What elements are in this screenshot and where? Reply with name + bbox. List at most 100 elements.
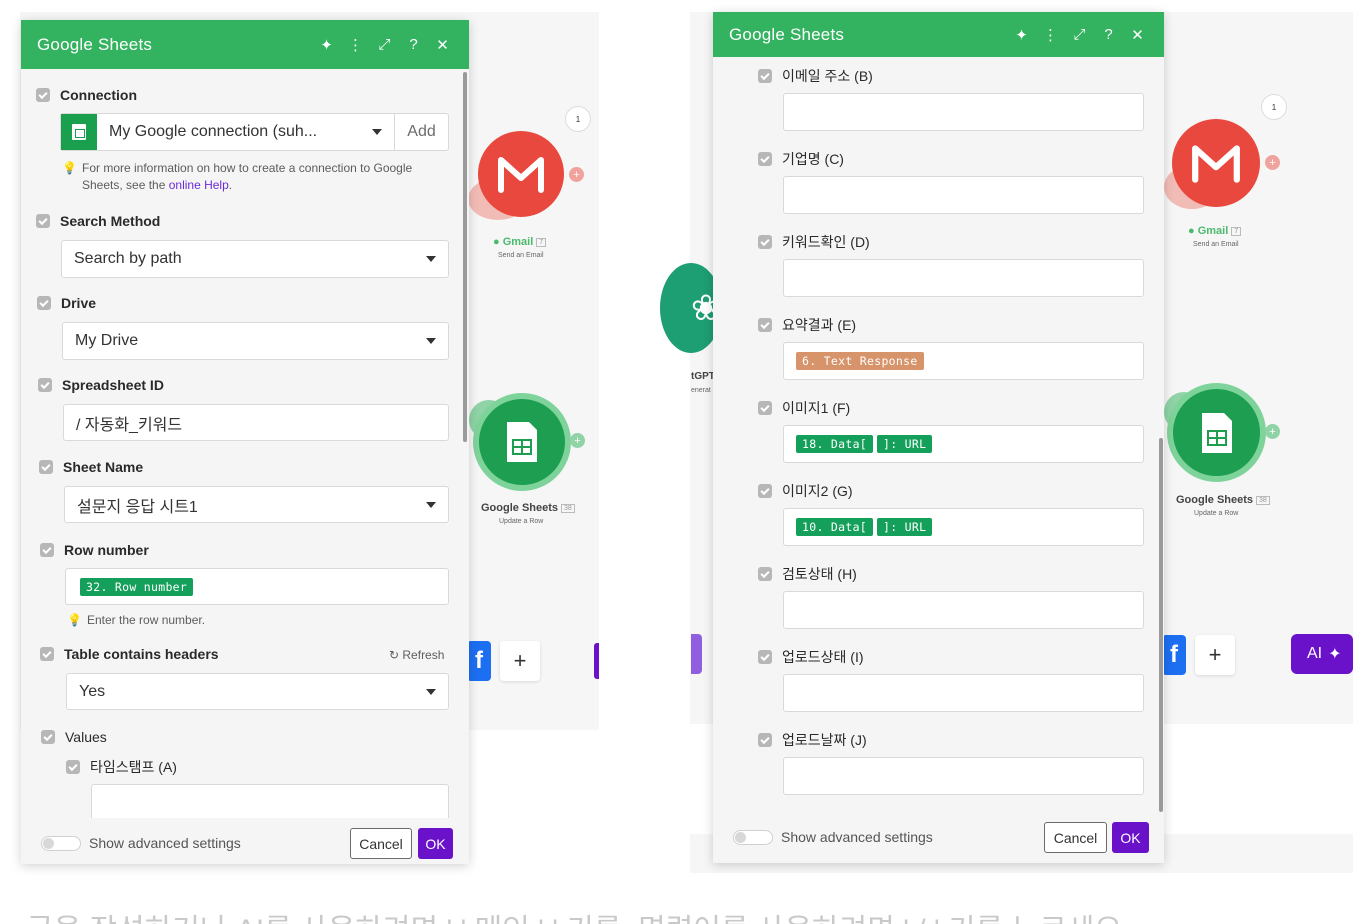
gmail-module[interactable] (1172, 119, 1260, 207)
gmail-add-module-icon[interactable]: + (1265, 155, 1280, 170)
panel-scrollbar[interactable] (1159, 438, 1163, 812)
collapse-checkbox-icon[interactable] (758, 235, 772, 249)
collapse-checkbox-icon[interactable] (66, 760, 80, 774)
expand-icon[interactable]: ⤢ (1065, 26, 1094, 43)
gmail-name-text: Gmail (1197, 225, 1229, 237)
collapse-checkbox-icon[interactable] (40, 543, 54, 557)
collapse-checkbox-icon[interactable] (39, 460, 53, 474)
email-b-label-text: 이메일 주소 (B) (782, 68, 873, 84)
gmail-id-badge: 7 (1231, 226, 1242, 236)
google-sheets-module[interactable] (1167, 383, 1266, 482)
spreadsheet-id-picker[interactable]: / 자동화_키워드 (63, 404, 449, 441)
panel-scrollbar[interactable] (463, 72, 467, 442)
collapse-checkbox-icon[interactable] (36, 88, 50, 102)
collapse-checkbox-icon[interactable] (758, 484, 772, 498)
summary-e-input[interactable]: 6. Text Response (783, 342, 1144, 380)
sheet-name-select[interactable]: 설문지 응답 시트1 (64, 486, 449, 523)
upload-date-j-input[interactable] (783, 757, 1144, 795)
email-b-input[interactable] (783, 93, 1144, 131)
ai-sparkle-icon[interactable]: ✦ (1007, 26, 1036, 44)
gmail-operations-bubble: 1 (565, 106, 591, 132)
image2-g-input[interactable]: 10. Data[]: URL (783, 508, 1144, 546)
keyword-d-input[interactable] (783, 259, 1144, 297)
collapse-checkbox-icon[interactable] (36, 214, 50, 228)
values-label-text: Values (65, 729, 107, 745)
sheet-name-label: Sheet Name (39, 459, 143, 475)
review-status-h-input[interactable] (783, 591, 1144, 629)
ai-button-edge[interactable] (594, 643, 599, 679)
collapse-checkbox-icon[interactable] (758, 152, 772, 166)
ok-button[interactable]: OK (1112, 822, 1149, 853)
drive-select[interactable]: My Drive (62, 322, 449, 360)
collapse-checkbox-icon[interactable] (37, 296, 51, 310)
collapse-checkbox-icon[interactable] (758, 401, 772, 415)
text-response-pill[interactable]: 6. Text Response (796, 352, 924, 370)
expand-icon[interactable]: ⤢ (370, 36, 399, 53)
add-connection-button[interactable]: Add (394, 114, 448, 150)
sheets-name-text: Google Sheets (481, 502, 559, 514)
row-number-hint: 💡 Enter the row number. (67, 612, 205, 629)
google-sheets-module-panel-left: Google Sheets ✦ ⋮ ⤢ ? ✕ Connection My Go… (21, 20, 469, 864)
row-number-label: Row number (40, 542, 149, 558)
chatgpt-module-sub: enerat (691, 387, 711, 394)
facebook-button[interactable]: f (1162, 635, 1186, 675)
table-headers-label-text: Table contains headers (64, 646, 219, 662)
collapse-checkbox-icon[interactable] (40, 647, 54, 661)
ok-button[interactable]: OK (418, 828, 453, 859)
sheets-module-name: Google Sheets 38 (481, 502, 575, 514)
panel-footer: Show advanced settings Cancel OK (21, 818, 469, 864)
data-array-pill[interactable]: 10. Data[ (796, 518, 874, 536)
close-icon[interactable]: ✕ (428, 36, 457, 54)
online-help-link[interactable]: online Help (169, 178, 229, 192)
facebook-button[interactable]: f (467, 641, 491, 681)
collapse-checkbox-icon[interactable] (41, 730, 55, 744)
add-module-button[interactable]: + (500, 641, 540, 681)
collapse-checkbox-icon[interactable] (758, 318, 772, 332)
advanced-settings-toggle[interactable] (733, 830, 773, 845)
panel-header-actions: ✦ ⋮ ⤢ ? ✕ (1007, 12, 1152, 57)
sheets-add-module-icon[interactable]: + (570, 433, 585, 448)
row-number-input[interactable]: 32. Row number (65, 568, 449, 605)
row-number-mapping-pill[interactable]: 32. Row number (80, 577, 194, 596)
company-c-input[interactable] (783, 176, 1144, 214)
connection-label-text: Connection (60, 87, 137, 103)
url-pill[interactable]: ]: URL (877, 518, 933, 536)
ai-assistant-button[interactable]: AI ✦ (1291, 634, 1353, 674)
image2-g-label-text: 이미지2 (G) (782, 483, 853, 499)
table-headers-select[interactable]: Yes (66, 673, 449, 710)
google-sheets-module[interactable] (473, 393, 571, 491)
sheets-add-module-icon[interactable]: + (1265, 424, 1280, 439)
add-module-button[interactable]: + (1195, 635, 1235, 675)
panel-title: Google Sheets (37, 34, 153, 54)
advanced-settings-toggle[interactable] (41, 836, 81, 851)
more-options-icon[interactable]: ⋮ (1036, 26, 1065, 44)
search-method-select[interactable]: Search by path (61, 240, 449, 278)
sheets-module-sub: Update a Row (499, 518, 544, 525)
collapse-checkbox-icon[interactable] (758, 733, 772, 747)
tools-button-partial[interactable] (691, 634, 702, 674)
close-icon[interactable]: ✕ (1123, 26, 1152, 44)
url-pill[interactable]: ]: URL (877, 435, 933, 453)
upload-status-i-input[interactable] (783, 674, 1144, 712)
advanced-settings-label: Show advanced settings (89, 835, 241, 851)
help-icon[interactable]: ? (399, 36, 428, 53)
more-options-icon[interactable]: ⋮ (341, 36, 370, 54)
row-number-label-text: Row number (64, 542, 149, 558)
gmail-add-module-icon[interactable]: + (569, 167, 584, 182)
table-headers-value: Yes (79, 682, 106, 700)
lightbulb-icon: 💡 (62, 161, 77, 175)
ai-sparkle-icon[interactable]: ✦ (312, 36, 341, 54)
collapse-checkbox-icon[interactable] (38, 378, 52, 392)
collapse-checkbox-icon[interactable] (758, 650, 772, 664)
cancel-button[interactable]: Cancel (350, 828, 412, 859)
collapse-checkbox-icon[interactable] (758, 567, 772, 581)
data-array-pill[interactable]: 18. Data[ (796, 435, 874, 453)
cancel-button[interactable]: Cancel (1044, 822, 1107, 853)
refresh-button[interactable]: ↻ Refresh (389, 648, 444, 662)
gmail-module[interactable] (478, 131, 564, 217)
help-icon[interactable]: ? (1094, 26, 1123, 43)
image1-f-input[interactable]: 18. Data[]: URL (783, 425, 1144, 463)
collapse-checkbox-icon[interactable] (758, 69, 772, 83)
chevron-down-icon (372, 129, 382, 135)
connection-select[interactable]: My Google connection (suh... Add (60, 113, 449, 151)
